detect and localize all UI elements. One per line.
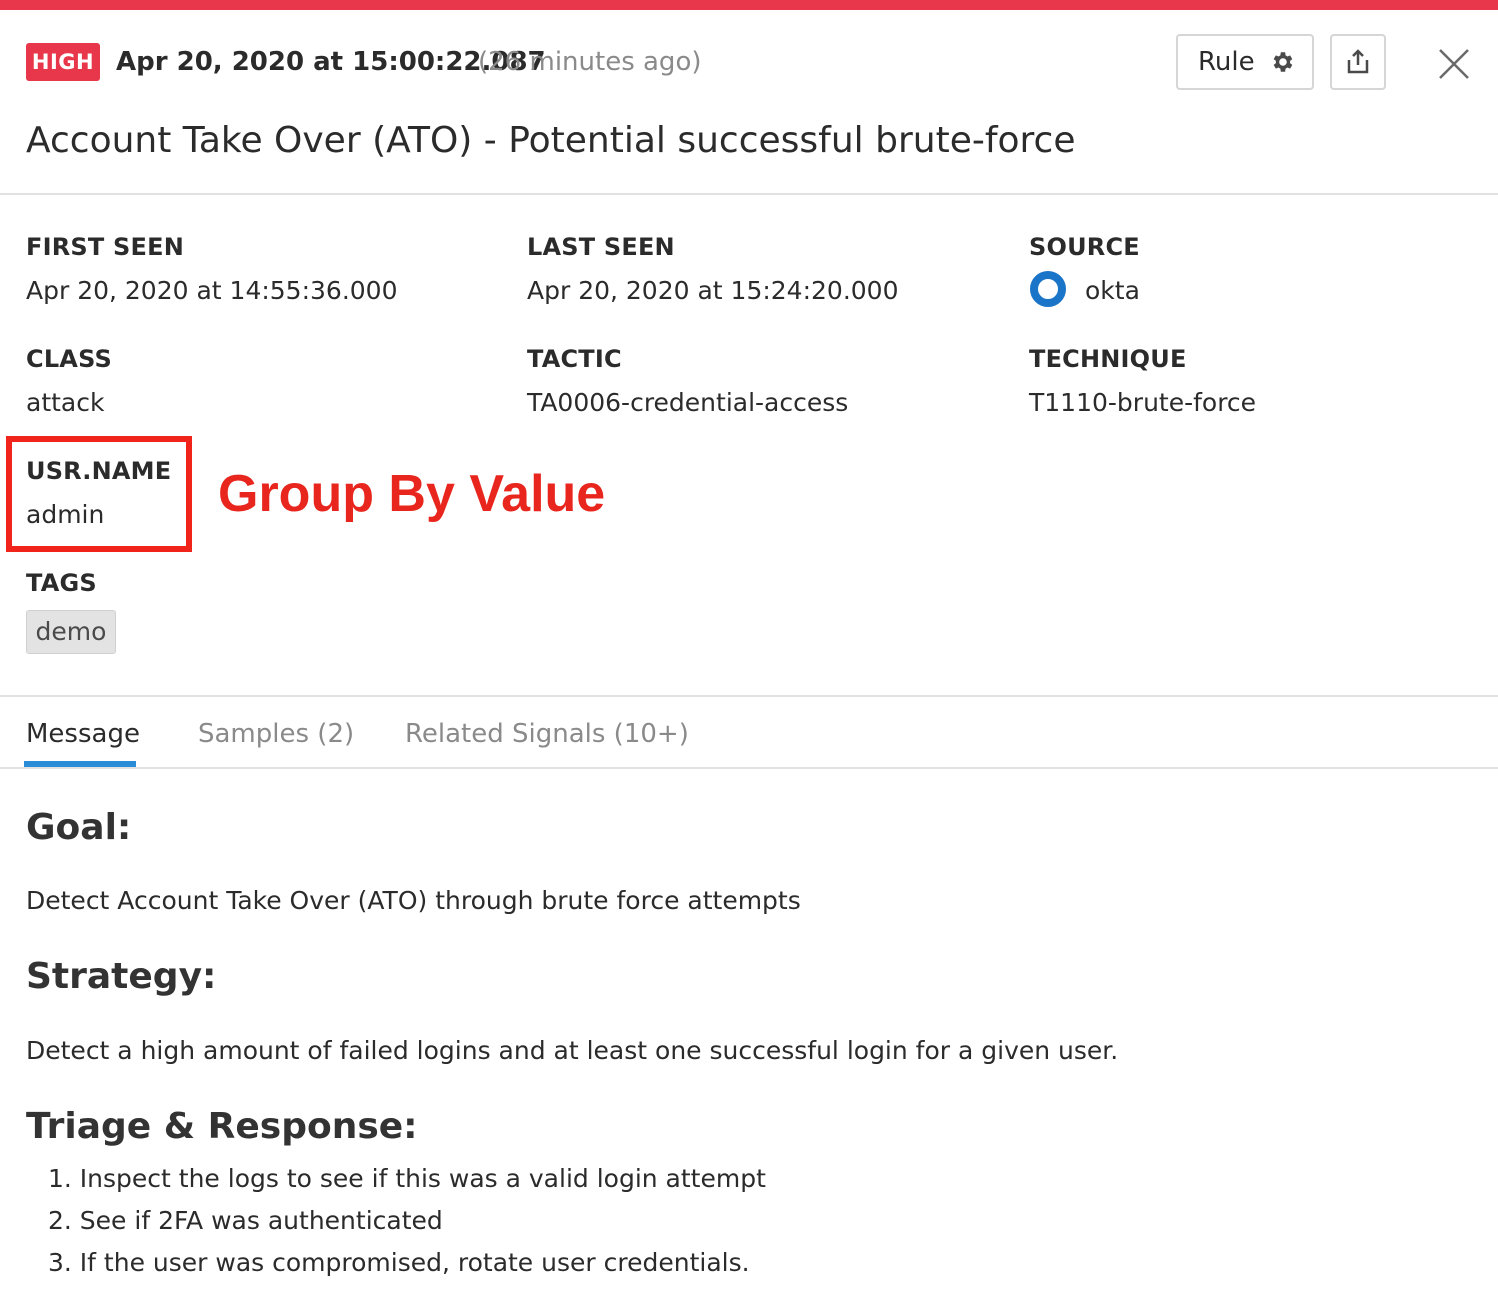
- usr-name-label: USR.NAME: [26, 457, 172, 485]
- goal-heading: Goal:: [26, 807, 132, 848]
- gear-icon: [1273, 52, 1292, 72]
- technique-label: TECHNIQUE: [1029, 345, 1187, 373]
- tag-chip[interactable]: demo: [26, 610, 116, 654]
- header-divider: [0, 193, 1498, 195]
- class-value: attack: [26, 388, 105, 417]
- source-value: okta: [1085, 276, 1140, 305]
- triage-step: 3. If the user was compromised, rotate u…: [48, 1248, 750, 1277]
- signal-title: Account Take Over (ATO) - Potential succ…: [26, 120, 1076, 161]
- signal-relative-time: (26 minutes ago): [478, 47, 702, 77]
- tab-samples[interactable]: Samples (2): [198, 716, 354, 752]
- strategy-heading: Strategy:: [26, 956, 217, 997]
- technique-value: T1110-brute-force: [1029, 388, 1257, 417]
- tags-label: TAGS: [26, 569, 97, 597]
- tab-message[interactable]: Message: [26, 716, 140, 752]
- close-icon: [1439, 49, 1469, 79]
- triage-step: 2. See if 2FA was authenticated: [48, 1206, 443, 1235]
- rule-button-label: Rule: [1198, 47, 1255, 77]
- export-icon: [1347, 49, 1369, 74]
- okta-icon: [1030, 271, 1066, 307]
- goal-text: Detect Account Take Over (ATO) through b…: [26, 886, 801, 915]
- tactic-value: TA0006-credential-access: [527, 388, 849, 417]
- fields-divider: [0, 695, 1498, 697]
- first-seen-label: FIRST SEEN: [26, 233, 184, 261]
- first-seen-value: Apr 20, 2020 at 14:55:36.000: [26, 276, 398, 305]
- export-button[interactable]: [1330, 34, 1386, 90]
- triage-heading: Triage & Response:: [26, 1106, 418, 1147]
- severity-color-bar: [0, 0, 1498, 10]
- rule-button[interactable]: Rule: [1176, 34, 1314, 90]
- tabs-divider: [0, 767, 1498, 769]
- group-by-highlight-box: [6, 436, 192, 552]
- tactic-label: TACTIC: [527, 345, 622, 373]
- tab-related-signals[interactable]: Related Signals (10+): [405, 716, 689, 752]
- usr-name-value[interactable]: admin: [26, 498, 104, 532]
- triage-step: 1. Inspect the logs to see if this was a…: [48, 1164, 766, 1193]
- severity-badge: HIGH: [26, 43, 100, 81]
- group-by-annotation: Group By Value: [218, 465, 606, 523]
- last-seen-value: Apr 20, 2020 at 15:24:20.000: [527, 276, 899, 305]
- signal-header: HIGH Apr 20, 2020 at 15:00:22.087 (26 mi…: [0, 10, 1498, 195]
- source-label: SOURCE: [1029, 233, 1140, 261]
- strategy-text: Detect a high amount of failed logins an…: [26, 1036, 1119, 1065]
- close-button[interactable]: [1434, 44, 1474, 84]
- last-seen-label: LAST SEEN: [527, 233, 675, 261]
- class-label: CLASS: [26, 345, 112, 373]
